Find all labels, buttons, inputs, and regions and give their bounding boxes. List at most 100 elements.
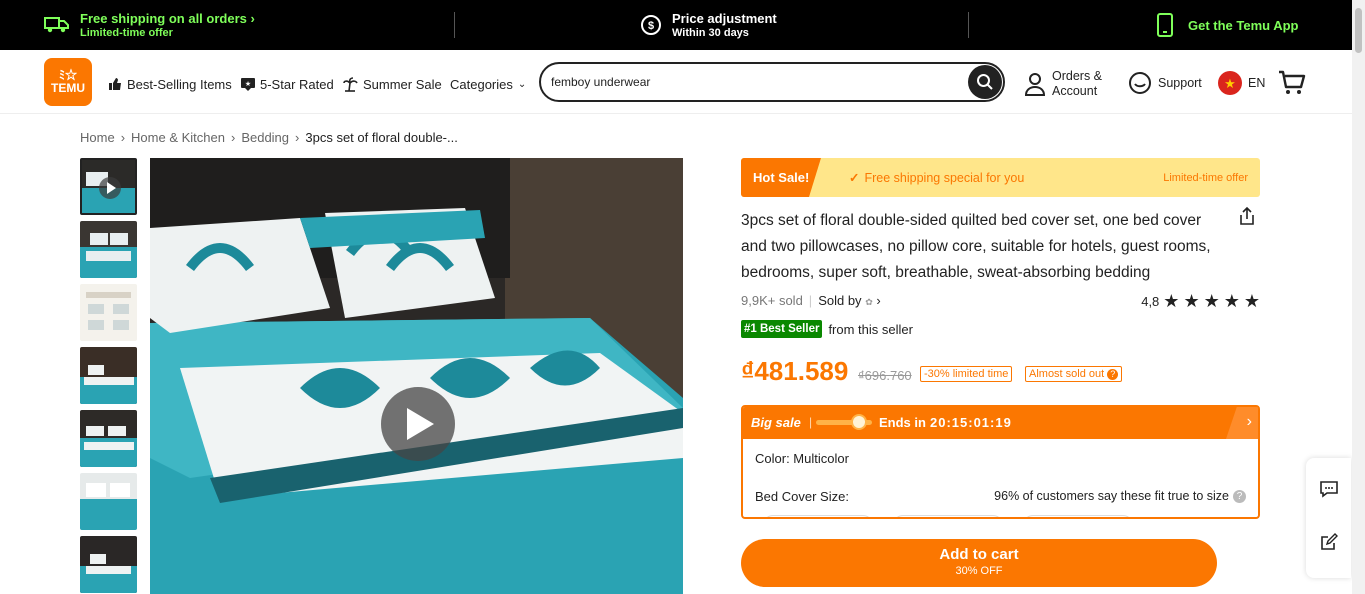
add-to-cart-label: Add to cart bbox=[939, 546, 1019, 563]
thumbs-up-icon bbox=[109, 78, 121, 90]
svg-text:★: ★ bbox=[1224, 77, 1236, 92]
help-icon[interactable]: ? bbox=[1233, 489, 1246, 503]
logo-text: TEMU bbox=[51, 81, 85, 95]
price-adjustment-title: Price adjustment bbox=[672, 10, 777, 26]
thumbnail-image[interactable] bbox=[80, 221, 137, 278]
nav-label: Summer Sale bbox=[363, 76, 442, 92]
cart-button[interactable] bbox=[1278, 70, 1306, 96]
chevron-right-icon: › bbox=[876, 293, 881, 308]
chevron-right-icon: › bbox=[120, 130, 126, 145]
nav-label: Best-Selling Items bbox=[127, 76, 232, 92]
free-shipping-sub: Limited-time offer bbox=[80, 26, 173, 39]
orders-account[interactable]: Orders & Account bbox=[1024, 69, 1102, 99]
chevron-right-icon: › bbox=[295, 130, 300, 145]
almost-sold-out-badge: Almost sold out ? bbox=[1025, 366, 1123, 382]
nav-label: Categories bbox=[450, 76, 513, 92]
nav-categories[interactable]: Categories ⌄ bbox=[450, 75, 526, 93]
temu-logo[interactable]: ﾐ☆ TEMU bbox=[44, 58, 92, 106]
sold-row: 9,9K+ sold | Sold by ✿ › bbox=[741, 293, 881, 308]
share-icon bbox=[1240, 206, 1254, 225]
price-adjustment-sub: Within 30 days bbox=[672, 26, 749, 39]
thumbnail-video[interactable] bbox=[80, 158, 137, 215]
nav-five-star[interactable]: ★ 5-Star Rated bbox=[241, 75, 334, 93]
user-icon bbox=[1024, 73, 1046, 96]
size-label: Bed Cover Size: bbox=[755, 489, 849, 504]
big-sale-header[interactable]: Big sale | Ends in 20:15:01:19 › bbox=[743, 407, 1258, 439]
star-icon: ★ bbox=[1183, 291, 1200, 311]
price-tag-icon: $ bbox=[641, 15, 661, 35]
divider bbox=[454, 12, 455, 38]
page-scrollbar[interactable] bbox=[1352, 0, 1365, 594]
share-button[interactable] bbox=[1237, 206, 1257, 231]
best-seller-row: #1 Best Seller from this seller bbox=[741, 320, 913, 338]
palm-tree-icon bbox=[343, 76, 358, 92]
breadcrumb-bedding[interactable]: Bedding bbox=[241, 130, 289, 145]
help-icon[interactable]: ? bbox=[1107, 368, 1119, 380]
thumbnail-image[interactable] bbox=[80, 536, 137, 593]
original-price: ₫696.760 bbox=[858, 368, 912, 383]
free-ship-note: ✓ Free shipping special for you bbox=[849, 170, 1025, 186]
promo-bar: Free shipping on all orders › Limited-ti… bbox=[0, 0, 1365, 50]
search-icon bbox=[977, 74, 993, 90]
add-to-cart-button[interactable]: Add to cart 30% OFF bbox=[741, 539, 1217, 587]
discount-badge: -30% limited time bbox=[920, 366, 1013, 382]
nav-label: 5-Star Rated bbox=[260, 76, 334, 92]
star-icon: ★ bbox=[1203, 291, 1220, 311]
search-input[interactable] bbox=[551, 73, 951, 91]
countdown-timer: 20:15:01:19 bbox=[930, 415, 1012, 430]
fit-note: 96% of customers say these fit true to s… bbox=[994, 489, 1246, 503]
nav-best-selling[interactable]: Best-Selling Items bbox=[108, 75, 232, 93]
breadcrumb-home[interactable]: Home bbox=[80, 130, 115, 145]
get-app-label: Get the Temu App bbox=[1188, 17, 1299, 33]
svg-text:★: ★ bbox=[245, 80, 251, 88]
hot-sale-tag: Hot Sale! bbox=[741, 158, 821, 197]
scrollbar-thumb[interactable] bbox=[1355, 8, 1362, 53]
color-label: Color: Multicolor bbox=[755, 451, 849, 466]
chevron-right-icon: › bbox=[250, 10, 255, 26]
product-title: 3pcs set of floral double-sided quilted … bbox=[741, 212, 1211, 281]
support-link[interactable]: Support bbox=[1128, 71, 1202, 95]
thumbnail-image[interactable] bbox=[80, 473, 137, 530]
thumbnail-image[interactable] bbox=[80, 284, 137, 341]
divider bbox=[968, 12, 969, 38]
best-seller-badge: #1 Best Seller bbox=[741, 320, 823, 338]
big-sale-label: Big sale bbox=[751, 415, 801, 430]
cart-discount-label: 30% OFF bbox=[955, 565, 1003, 577]
get-app-link[interactable]: Get the Temu App bbox=[1156, 0, 1299, 50]
big-sale-panel: Big sale | Ends in 20:15:01:19 › Color: … bbox=[741, 405, 1260, 519]
price-adjustment-banner[interactable]: $ Price adjustment Within 30 days bbox=[640, 0, 777, 50]
star-icon: ★ bbox=[1243, 291, 1260, 311]
search-bar bbox=[539, 62, 1005, 102]
seller-logo-icon: ✿ bbox=[865, 297, 873, 307]
size-option[interactable] bbox=[1023, 515, 1133, 517]
truck-icon bbox=[44, 17, 69, 33]
thumbnail-image[interactable] bbox=[80, 347, 137, 404]
thumbnail-image[interactable] bbox=[80, 410, 137, 467]
sold-by-link[interactable]: Sold by ✿ › bbox=[818, 293, 881, 308]
chat-icon bbox=[1320, 481, 1338, 498]
ends-in-label: Ends in bbox=[879, 415, 926, 430]
language-selector[interactable]: ★ EN bbox=[1218, 71, 1265, 95]
vietnam-flag-icon: ★ bbox=[1218, 71, 1242, 95]
chevron-right-icon: › bbox=[230, 130, 236, 145]
search-button[interactable] bbox=[968, 65, 1002, 99]
main-product-image[interactable] bbox=[150, 158, 683, 594]
size-option[interactable] bbox=[893, 515, 1003, 517]
sold-count: 9,9K+ sold bbox=[741, 293, 803, 308]
language-label: EN bbox=[1248, 76, 1266, 90]
chat-button[interactable] bbox=[1319, 480, 1339, 503]
hot-sale-banner: Hot Sale! ✓ Free shipping special for yo… bbox=[741, 158, 1260, 197]
breadcrumb-home-kitchen[interactable]: Home & Kitchen bbox=[131, 130, 225, 145]
nav-summer-sale[interactable]: Summer Sale bbox=[343, 75, 442, 93]
size-option[interactable] bbox=[763, 515, 873, 517]
rating-value: 4,8 bbox=[1141, 294, 1160, 309]
free-ship-label: Free shipping special for you bbox=[864, 170, 1025, 185]
from-seller-label: from this seller bbox=[828, 321, 913, 337]
chat-smile-icon bbox=[1129, 72, 1151, 94]
cart-icon bbox=[1279, 70, 1306, 94]
free-shipping-banner[interactable]: Free shipping on all orders › Limited-ti… bbox=[44, 0, 255, 50]
feedback-button[interactable] bbox=[1320, 533, 1338, 556]
almost-sold-out-label: Almost sold out bbox=[1029, 368, 1105, 380]
side-widget bbox=[1306, 458, 1351, 578]
rating-row[interactable]: 4,8 ★ ★ ★ ★ ★ bbox=[1141, 291, 1260, 312]
